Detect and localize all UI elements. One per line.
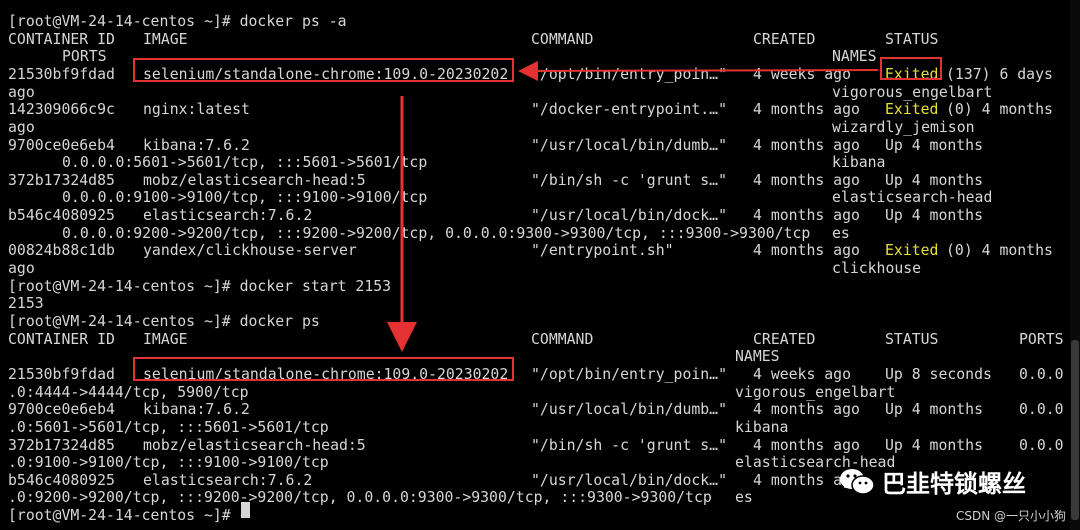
scrollbar[interactable] <box>1070 0 1080 530</box>
scrollbar-thumb[interactable] <box>1071 340 1079 520</box>
arrow-to-image <box>518 60 879 81</box>
watermark: 巴韭特锁螺丝 <box>838 464 1026 499</box>
csdn-credit: CSDN @一只小小狗 <box>955 509 1066 523</box>
annotation-arrows <box>387 60 879 352</box>
text-cursor <box>241 502 250 518</box>
wechat-icon <box>838 466 876 498</box>
watermark-text: 巴韭特锁螺丝 <box>882 470 1026 498</box>
